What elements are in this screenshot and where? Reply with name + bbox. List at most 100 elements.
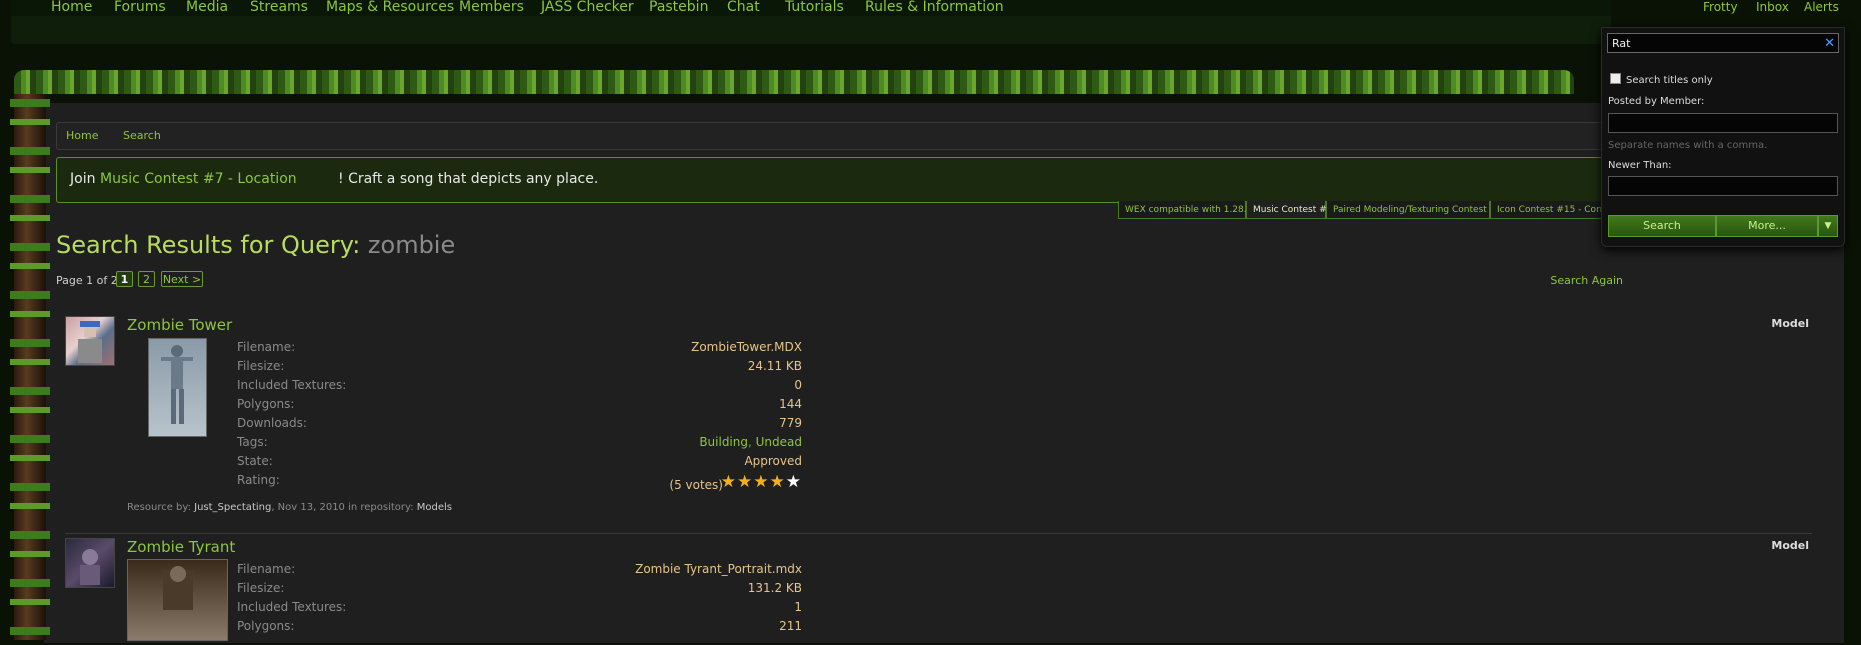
page-title: Search Results for Query: zombie <box>56 231 455 259</box>
result-title[interactable]: Zombie Tower <box>127 316 232 334</box>
meta-author[interactable]: Just_Spectating <box>194 502 271 513</box>
value-polygons: 211 <box>779 619 802 633</box>
label-polygons: Polygons: <box>237 397 295 411</box>
search-input-value: Rat <box>1612 37 1631 50</box>
posted-by-label: Posted by Member: <box>1608 96 1705 107</box>
nav-media[interactable]: Media <box>186 0 228 14</box>
nav-user-frotty[interactable]: Frotty <box>1703 0 1738 14</box>
page-button-1[interactable]: 1 <box>116 271 133 287</box>
label-textures: Included Textures: <box>237 600 347 614</box>
breadcrumb: Home Search <box>56 122 1618 150</box>
avatar[interactable] <box>65 316 115 366</box>
tab-icon-contest[interactable]: Icon Contest #15 - Corresp <box>1490 201 1619 219</box>
titles-only-checkbox[interactable] <box>1610 73 1621 84</box>
result-meta: Resource by: Just_Spectating, Nov 13, 20… <box>127 502 452 513</box>
nav-forums[interactable]: Forums <box>114 0 166 14</box>
posted-by-member-field[interactable] <box>1608 113 1838 133</box>
result-divider <box>65 533 1812 534</box>
label-filename: Filename: <box>237 340 296 354</box>
titles-only-label: Search titles only <box>1626 75 1713 86</box>
nav-members[interactable]: Members <box>459 0 524 14</box>
avatar[interactable] <box>65 538 115 588</box>
zombie-tyrant-image <box>163 566 193 610</box>
star-icon: ★ <box>753 472 770 492</box>
dropdown-arrow-icon[interactable]: ▼ <box>1818 215 1838 237</box>
label-rating: Rating: <box>237 473 280 487</box>
value-polygons: 144 <box>779 397 802 411</box>
meta-repo[interactable]: Models <box>417 502 452 513</box>
meta-date: , Nov 13, 2010 in repository: <box>271 502 417 513</box>
value-downloads: 779 <box>779 416 802 430</box>
page-indicator: Page 1 of 2 <box>56 274 118 287</box>
tag-building[interactable]: Building <box>699 435 748 449</box>
value-tags: Building, Undead <box>699 435 802 449</box>
search-again-link[interactable]: Search Again <box>1550 274 1623 287</box>
result-type: Model <box>1771 317 1809 330</box>
search-query: zombie <box>367 231 456 259</box>
star-icon: ★ <box>785 472 802 492</box>
label-tags: Tags: <box>237 435 268 449</box>
value-textures: 1 <box>794 600 802 614</box>
tab-paired-modeling[interactable]: Paired Modeling/Texturing Contest #3 <box>1326 201 1503 219</box>
nav-rules[interactable]: Rules & Information <box>865 0 1004 14</box>
nav-pastebin[interactable]: Pastebin <box>649 0 708 14</box>
breadcrumb-search[interactable]: Search <box>123 129 161 142</box>
avatar-image <box>78 321 102 363</box>
label-filesize: Filesize: <box>237 581 285 595</box>
value-textures: 0 <box>794 378 802 392</box>
member-field-hint: Separate names with a comma. <box>1608 140 1768 151</box>
tag-separator: , <box>748 435 756 449</box>
value-filesize: 24.11 KB <box>747 359 802 373</box>
label-state: State: <box>237 454 273 468</box>
value-filesize: 131.2 KB <box>747 581 802 595</box>
notice-suffix: ! Craft a song that depicts any place. <box>338 171 599 187</box>
star-icon: ★ <box>737 472 754 492</box>
value-filename: ZombieTower.MDX <box>691 340 802 354</box>
meta-prefix: Resource by: <box>127 502 195 513</box>
label-downloads: Downloads: <box>237 416 307 430</box>
label-textures: Included Textures: <box>237 378 347 392</box>
search-input[interactable]: Rat ✕ <box>1607 33 1839 53</box>
search-button[interactable]: Search <box>1608 215 1716 237</box>
nav-jass-checker[interactable]: JASS Checker <box>541 0 634 14</box>
page-title-text: Search Results for Query: <box>56 231 368 259</box>
result-title[interactable]: Zombie Tyrant <box>127 538 235 556</box>
label-filesize: Filesize: <box>237 359 285 373</box>
search-dropdown-panel: Rat ✕ Search titles only Posted by Membe… <box>1601 27 1845 247</box>
page-button-2[interactable]: 2 <box>138 271 155 287</box>
nav-home[interactable]: Home <box>51 0 92 14</box>
nav-tutorials[interactable]: Tutorials <box>785 0 844 14</box>
result-type: Model <box>1771 539 1809 552</box>
star-icons: ★★★★★ <box>721 472 802 492</box>
tab-wex[interactable]: WEX compatible with 1.28.2 <box>1118 201 1252 219</box>
nav-inbox[interactable]: Inbox <box>1756 0 1789 14</box>
notice-prefix: Join <box>70 171 96 187</box>
result-thumbnail[interactable] <box>148 338 207 437</box>
more-options-button[interactable]: More... <box>1716 215 1818 237</box>
value-filename: Zombie Tyrant_Portrait.mdx <box>635 562 802 576</box>
newer-than-label: Newer Than: <box>1608 160 1672 171</box>
label-filename: Filename: <box>237 562 296 576</box>
result-thumbnail[interactable] <box>127 559 228 641</box>
tag-undead[interactable]: Undead <box>756 435 802 449</box>
rating-stars: ★★★★★ <box>721 472 802 492</box>
nav-chat[interactable]: Chat <box>727 0 760 14</box>
star-icon: ★ <box>769 472 786 492</box>
newer-than-field[interactable] <box>1608 176 1838 196</box>
value-state: Approved <box>744 454 802 468</box>
value-votes: (5 votes) <box>669 478 723 492</box>
label-polygons: Polygons: <box>237 619 295 633</box>
avatar-image <box>80 549 100 585</box>
next-page-button[interactable]: Next > <box>161 271 203 287</box>
nav-maps-resources[interactable]: Maps & Resources <box>326 0 454 14</box>
clear-search-icon[interactable]: ✕ <box>1824 36 1835 51</box>
vine-border-decoration <box>14 70 1574 94</box>
contest-notice: Join Music Contest #7 - Location ! Craft… <box>56 157 1618 203</box>
nav-streams[interactable]: Streams <box>250 0 308 14</box>
tab-music-contest[interactable]: Music Contest #7 <box>1246 201 1332 219</box>
zombie-figure-image <box>161 345 193 424</box>
star-icon: ★ <box>720 472 737 492</box>
notice-contest-link[interactable]: Music Contest #7 - Location <box>100 171 297 187</box>
nav-alerts[interactable]: Alerts <box>1804 0 1839 14</box>
breadcrumb-home[interactable]: Home <box>66 129 98 142</box>
